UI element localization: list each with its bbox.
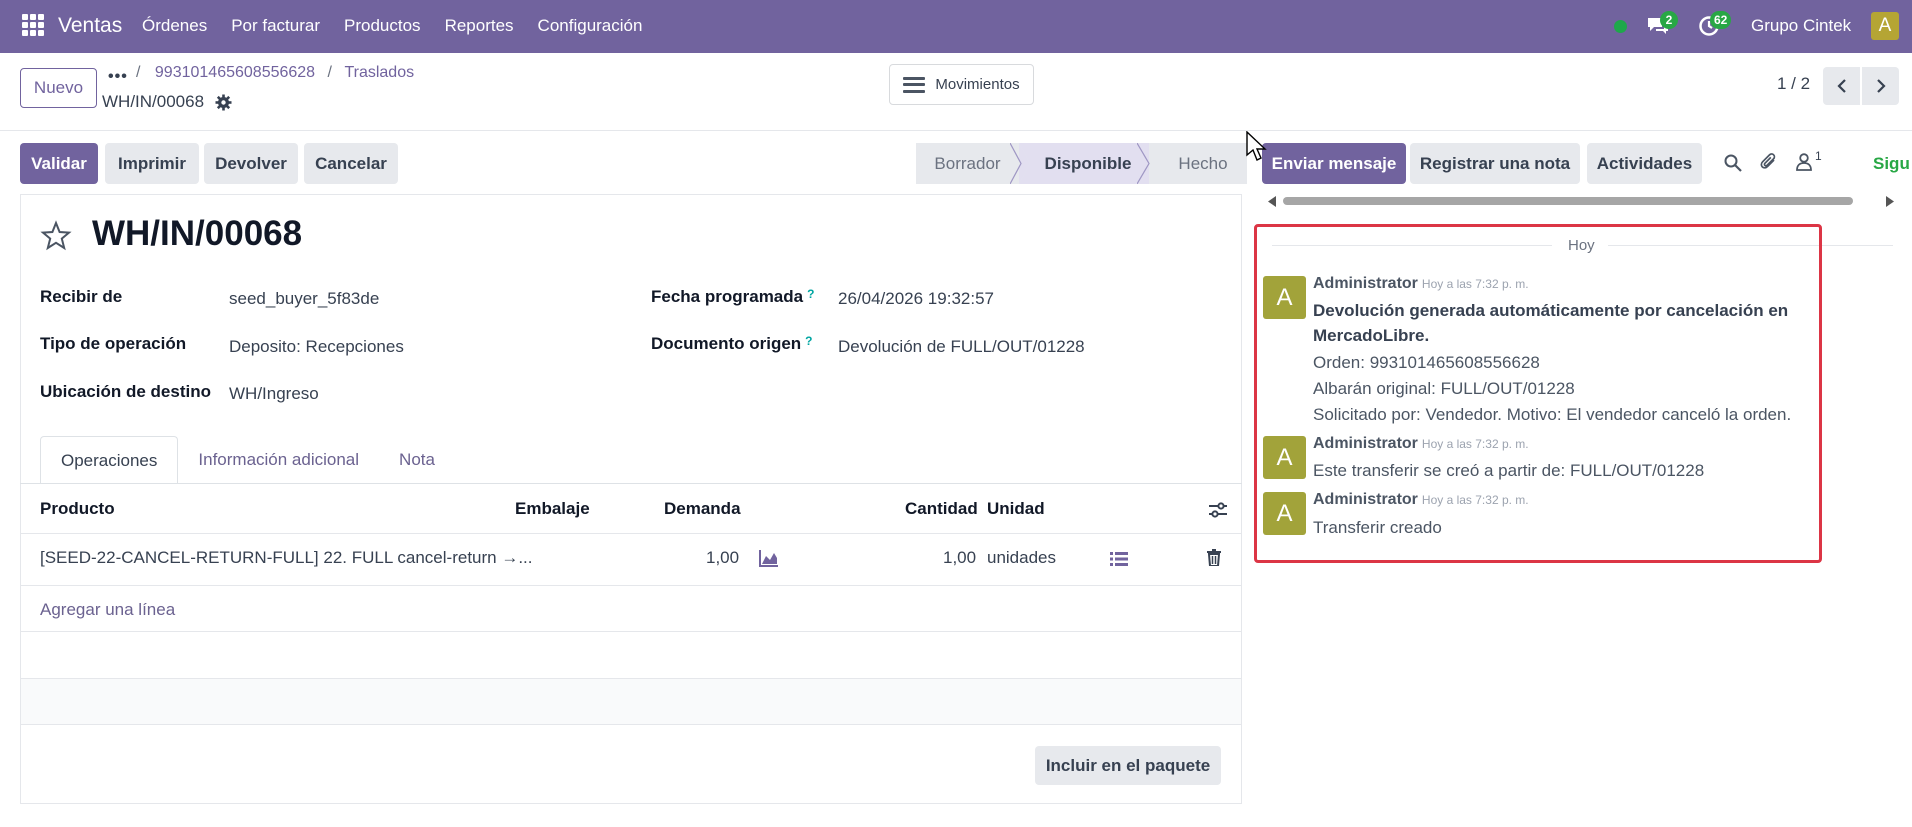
destination-field[interactable]: WH/Ingreso [229, 384, 319, 404]
send-message-button[interactable]: Enviar mensaje [1262, 143, 1406, 184]
scheduled-date-label-text: Fecha programada [651, 287, 804, 306]
row-demand[interactable]: 1,00 [706, 548, 739, 568]
help-icon[interactable]: ? [805, 334, 812, 348]
breadcrumb-more-icon[interactable]: ••• [108, 68, 128, 86]
return-button[interactable]: Devolver [204, 143, 298, 184]
destination-label: Ubicación de destino [40, 382, 211, 401]
stage-draft[interactable]: Borrador [916, 143, 1019, 184]
pager-value[interactable]: 1 / 2 [1777, 74, 1810, 94]
scrollbar-thumb[interactable] [1283, 197, 1853, 205]
row-product[interactable]: [SEED-22-CANCEL-RETURN-FULL] 22. FULL ca… [40, 548, 533, 568]
add-line-link[interactable]: Agregar una línea [40, 600, 175, 620]
follow-button[interactable]: Sigu [1873, 154, 1910, 174]
menu-item-reportes[interactable]: Reportes [445, 16, 514, 36]
app-name[interactable]: Ventas [58, 14, 122, 38]
menu-item-ordenes[interactable]: Órdenes [142, 16, 207, 36]
row-divider [21, 585, 1241, 586]
gear-icon[interactable] [215, 94, 232, 111]
column-packaging[interactable]: Embalaje [515, 499, 590, 519]
operation-type-field[interactable]: Deposito: Recepciones [229, 337, 404, 357]
scroll-right-icon[interactable] [1885, 196, 1894, 207]
cancel-button[interactable]: Cancelar [304, 143, 398, 184]
row-divider [21, 724, 1241, 725]
column-demand[interactable]: Demanda [664, 499, 741, 519]
scheduled-date-field[interactable]: 26/04/2026 19:32:57 [838, 289, 994, 309]
breadcrumb-order[interactable]: 993101465608556628 [155, 64, 315, 81]
stage-arrow-1 [1010, 143, 1030, 184]
log-note-button[interactable]: Registrar una nota [1410, 143, 1580, 184]
tab-additional-info[interactable]: Información adicional [178, 436, 379, 484]
column-settings-icon[interactable] [1209, 502, 1227, 523]
breadcrumb-separator: / [327, 64, 332, 81]
tab-note[interactable]: Nota [379, 436, 455, 484]
new-button[interactable]: Nuevo [20, 68, 97, 108]
record-name: WH/IN/00068 [102, 92, 205, 111]
star-icon[interactable] [40, 220, 72, 252]
scheduled-date-label: Fecha programada? [651, 287, 814, 307]
operation-type-label: Tipo de operación [40, 334, 187, 353]
stage-done[interactable]: Hecho [1149, 143, 1247, 184]
breadcrumb-separator: / [136, 64, 141, 81]
print-button[interactable]: Imprimir [105, 143, 199, 184]
menu-item-por-facturar[interactable]: Por facturar [231, 16, 320, 36]
row-unit[interactable]: unidades [987, 548, 1056, 568]
movements-label: Movimientos [935, 76, 1020, 93]
chevron-right-icon [1876, 79, 1886, 93]
menu-item-configuracion[interactable]: Configuración [538, 16, 643, 36]
column-product[interactable]: Producto [40, 499, 115, 519]
status-bar: Borrador Disponible Hecho [916, 143, 1247, 184]
trash-icon[interactable] [1207, 549, 1221, 571]
origin-label-text: Documento origen [651, 334, 802, 353]
empty-row [21, 632, 1241, 678]
company-switcher[interactable]: Grupo Cintek [1751, 16, 1851, 36]
notebook-tabs: Operaciones Información adicional Nota [40, 436, 455, 484]
control-panel-divider [0, 130, 1912, 131]
page-title: WH/IN/00068 [92, 214, 303, 253]
paperclip-icon[interactable] [1760, 152, 1778, 177]
row-quantity[interactable]: 1,00 [943, 548, 976, 568]
activity-count-badge: 62 [1710, 11, 1732, 29]
mouse-cursor-icon [1246, 130, 1268, 163]
partner-field[interactable]: seed_buyer_5f83de [229, 289, 379, 309]
origin-label: Documento origen? [651, 334, 813, 354]
search-icon[interactable] [1724, 154, 1742, 177]
top-navbar: Ventas Órdenes Por facturar Productos Re… [0, 0, 1912, 53]
breadcrumb-transfers[interactable]: Traslados [344, 64, 414, 81]
forecast-chart-icon[interactable] [759, 549, 779, 572]
user-avatar[interactable]: A [1871, 12, 1899, 40]
breadcrumb: / 993101465608556628 / Traslados [136, 64, 414, 82]
details-list-icon[interactable] [1110, 551, 1128, 572]
column-quantity[interactable]: Cantidad [905, 499, 978, 519]
activities-button[interactable]: Actividades [1587, 143, 1702, 184]
movements-button[interactable]: Movimientos [889, 64, 1034, 105]
origin-field[interactable]: Devolución de FULL/OUT/01228 [838, 337, 1085, 357]
stage-arrow-2 [1137, 143, 1150, 184]
app-grid-icon[interactable] [22, 14, 44, 36]
partner-label: Recibir de [40, 287, 123, 306]
column-unit[interactable]: Unidad [987, 499, 1045, 519]
help-icon[interactable]: ? [807, 287, 814, 301]
online-status-icon [1614, 20, 1627, 33]
tab-operations[interactable]: Operaciones [40, 436, 179, 484]
pager-next-button[interactable] [1862, 67, 1899, 105]
put-in-pack-button[interactable]: Incluir en el paquete [1035, 746, 1221, 785]
pager-previous-button[interactable] [1823, 67, 1860, 105]
main-menu: Órdenes Por facturar Productos Reportes … [142, 16, 666, 36]
validate-button[interactable]: Validar [20, 143, 98, 184]
header-divider [21, 533, 1241, 534]
horizontal-scrollbar[interactable] [1268, 195, 1896, 207]
highlight-box [1254, 224, 1822, 563]
scroll-left-icon[interactable] [1268, 196, 1277, 207]
tab-divider [20, 483, 1242, 484]
empty-row [21, 679, 1241, 725]
followers-count: 1 [1815, 149, 1822, 163]
chevron-left-icon [1836, 79, 1846, 93]
followers-icon[interactable] [1796, 153, 1812, 176]
list-icon [903, 76, 926, 93]
chat-count-badge: 2 [1660, 11, 1678, 29]
menu-item-productos[interactable]: Productos [344, 16, 421, 36]
